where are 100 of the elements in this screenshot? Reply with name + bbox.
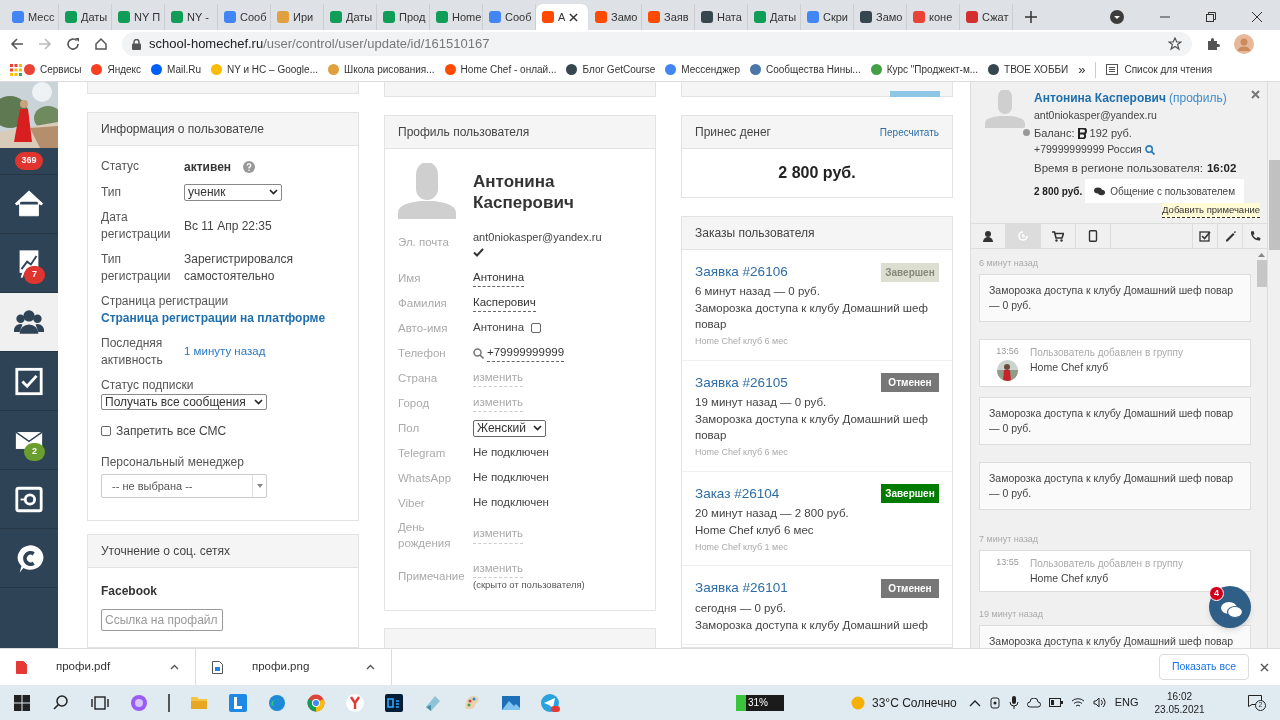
notification-badge[interactable]: 369 — [15, 152, 43, 170]
restore-icon[interactable] — [1206, 12, 1216, 22]
reload-icon[interactable] — [66, 37, 80, 51]
browser-tab[interactable]: А — [536, 4, 589, 30]
caret-icon[interactable] — [170, 664, 179, 670]
feed-date: 6 минут назад — [979, 257, 1039, 270]
money-amount: 2 800 руб. — [778, 163, 856, 183]
address-bar[interactable]: school-homechef.ru/user/control/user/update/id/161510167 — [122, 32, 1192, 56]
card-title: Уточнение о соц. сетях — [101, 543, 230, 560]
caret-icon[interactable] — [366, 664, 375, 670]
order-product: Home Chef клуб 6 мес — [695, 335, 789, 349]
bookmark[interactable]: Home Chef - онлай... — [444, 62, 557, 77]
balance-value: 192 руб. — [1089, 125, 1132, 141]
order-time: сегодня — 0 руб. — [695, 600, 787, 616]
windows-icon[interactable] — [12, 692, 32, 713]
caret-icon — [256, 483, 263, 488]
more-bookmarks[interactable]: » — [1078, 59, 1086, 80]
editable-value[interactable]: +79999999999 — [487, 343, 565, 363]
voice-assistant-icon[interactable] — [129, 692, 149, 713]
star-icon[interactable] — [1168, 37, 1182, 51]
browser-icon[interactable] — [267, 692, 287, 713]
browser-icon[interactable] — [306, 692, 326, 713]
field-label: Тип — [101, 183, 122, 201]
close-icon[interactable] — [1252, 12, 1262, 22]
chat-button[interactable]: Общение с пользователем — [1085, 179, 1245, 204]
order-link[interactable]: Заявка #26105 — [695, 372, 788, 393]
close-icon[interactable] — [569, 12, 579, 22]
checkbox[interactable] — [101, 425, 111, 436]
caret-icon — [533, 425, 542, 431]
reading-list[interactable]: Список для чтения — [1106, 62, 1213, 77]
avatar-placeholder-icon — [398, 163, 456, 219]
image-editor-icon[interactable] — [384, 692, 404, 713]
tab-search-icon[interactable] — [1110, 10, 1124, 24]
bookmark[interactable]: Блог GetCourse — [566, 62, 656, 77]
phone-icon — [1249, 230, 1261, 242]
feed-card: Заморозка доступа к клубу Домашний шеф повар — [979, 624, 1251, 648]
status-badge: Завершен — [881, 262, 939, 282]
field-label: День рождения — [398, 519, 452, 551]
browser-icon[interactable] — [345, 692, 365, 713]
input-field[interactable]: Ссылка на профайл — [101, 609, 223, 631]
count-badge: 7 — [24, 266, 45, 284]
help-icon[interactable] — [243, 160, 256, 173]
show-all-button[interactable]: Показать все — [1158, 654, 1249, 680]
new-tab-icon[interactable] — [1025, 11, 1037, 23]
bookmark[interactable]: NY и HC – Google... — [211, 62, 318, 77]
pencil-icon — [1224, 230, 1236, 242]
bookmark[interactable]: Яндекс — [91, 62, 142, 77]
app-icon[interactable] — [228, 692, 248, 713]
back-icon[interactable] — [10, 37, 24, 51]
bookmark[interactable]: Mail.Ru — [151, 62, 201, 77]
order-link[interactable]: Заказ #26104 — [695, 483, 780, 504]
bookmark[interactable]: ТВОЕ ХОББИ — [988, 62, 1069, 77]
caret-icon — [254, 398, 263, 405]
bookmark[interactable]: Школа рисования... — [328, 62, 435, 77]
order-link[interactable]: Заявка #26101 — [695, 578, 788, 599]
checkbox[interactable] — [531, 323, 542, 333]
bookmark[interactable]: Мессенджер — [665, 62, 740, 77]
scrollbar-thumb[interactable] — [1268, 160, 1280, 250]
puzzle-icon[interactable] — [1206, 37, 1220, 51]
order-link[interactable]: Заявка #26106 — [695, 262, 788, 283]
url-text: school-homechef.ru/user/control/user/update/id/161510167 — [149, 35, 490, 54]
field-label: Статус подписки — [101, 376, 195, 394]
file-name: профи.pdf — [56, 659, 112, 675]
editable-value[interactable]: Антонина — [473, 268, 525, 288]
editable-value[interactable]: Касперович — [473, 293, 536, 313]
count-badge: 2 — [24, 443, 45, 461]
telegram-icon[interactable] — [540, 692, 560, 713]
bookmark[interactable]: Сервисы — [24, 62, 82, 77]
type-select[interactable]: ученик — [184, 183, 282, 201]
manager-select[interactable]: -- не выбрана -- — [101, 473, 267, 498]
balance-label: Баланс: — [1034, 125, 1075, 141]
language-indicator[interactable]: ENG — [1114, 694, 1139, 711]
home-icon[interactable] — [94, 37, 108, 51]
scroll-up-icon[interactable] — [1258, 253, 1265, 257]
event-time: 13:56 — [996, 344, 1019, 358]
field-value: Не подключен — [473, 445, 549, 461]
bookmark[interactable]: Курс "Проджект-м... — [870, 62, 979, 77]
order-time: 19 минут назад — 0 руб. — [695, 395, 828, 410]
close-icon[interactable] — [1260, 662, 1269, 672]
chat-widget-button[interactable]: 4 — [1209, 586, 1251, 628]
user-name: Антонина Касперович — [473, 171, 575, 213]
weather-text: 33°C Солнечно — [872, 694, 957, 712]
feed-date: 7 минут назад — [979, 533, 1039, 546]
count-badge: 4 — [1209, 586, 1224, 601]
chevron-up-icon[interactable] — [968, 698, 981, 707]
apps-icon[interactable] — [10, 63, 22, 76]
sidebar-item[interactable] — [0, 293, 58, 352]
currency-icon — [1077, 127, 1087, 139]
add-note-link[interactable]: Добавить примечание — [1162, 203, 1260, 219]
gender-select[interactable]: Женский — [473, 419, 546, 437]
scrollbar[interactable] — [1267, 82, 1280, 648]
bookmark[interactable]: Сообщества Нины... — [750, 62, 861, 77]
clock[interactable]: 16:02 23.05.2021 — [1154, 689, 1205, 716]
subscription-select[interactable]: Получать все сообщения — [101, 393, 267, 410]
user-name-link[interactable]: Антонина Касперович — [1034, 89, 1166, 107]
recalculate-link[interactable]: Пересчитать — [879, 124, 939, 140]
profile-avatar-icon[interactable] — [1234, 34, 1254, 54]
last-activity-link[interactable]: 1 минуту назад — [184, 343, 266, 361]
scrollbar-thumb[interactable] — [1256, 260, 1267, 287]
registration-page-link[interactable]: Страница регистрации на платформе — [101, 309, 345, 327]
